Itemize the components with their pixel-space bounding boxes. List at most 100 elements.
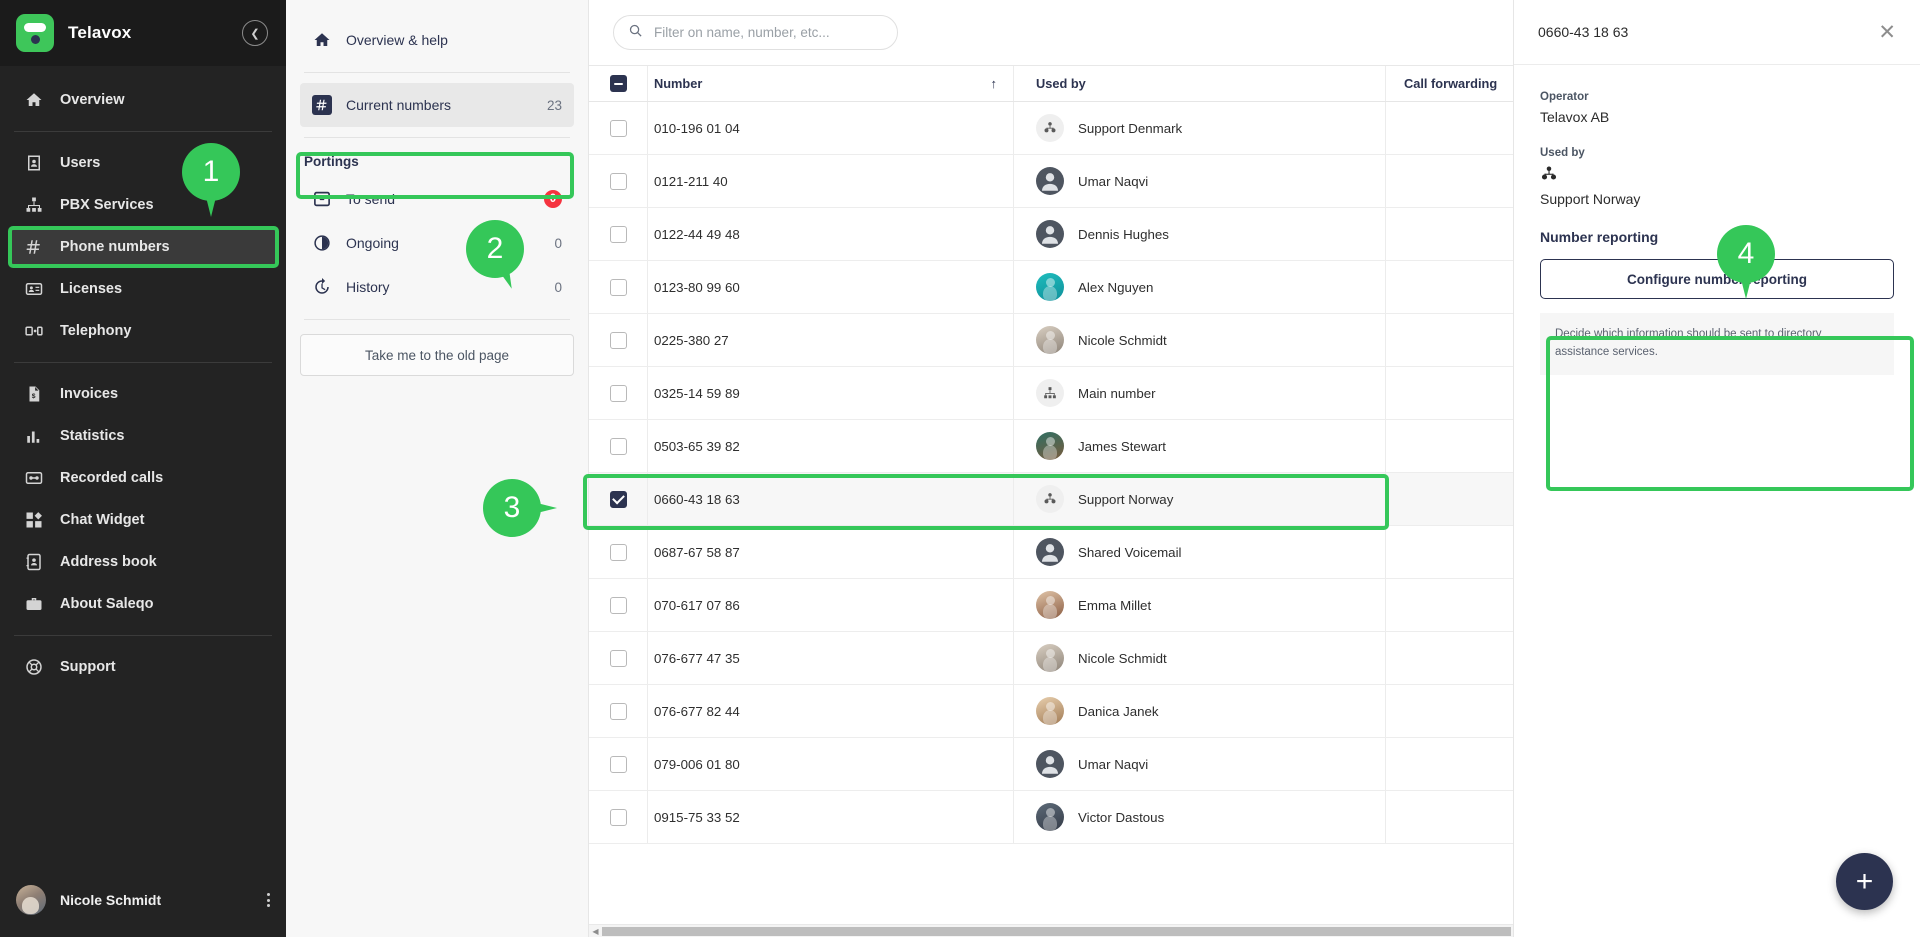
table-body: 010-196 01 04Support Denmark0121-211 40U… — [589, 102, 1513, 924]
number-value: 0915-75 33 52 — [654, 810, 740, 825]
sidebar-item-telephony[interactable]: Telephony — [10, 311, 276, 351]
take-me-to-old-page-button[interactable]: Take me to the old page — [300, 334, 574, 376]
address-book-icon — [24, 553, 43, 572]
history-icon — [312, 277, 332, 297]
row-checkbox[interactable] — [610, 279, 627, 296]
sidebar-item-users[interactable]: Users — [10, 143, 276, 183]
scrollbar-thumb[interactable] — [602, 927, 1511, 936]
sidebar-item-pbx-services[interactable]: PBX Services — [10, 185, 276, 225]
chevron-left-icon[interactable]: ❮ — [242, 20, 268, 46]
avatar — [1036, 803, 1064, 831]
subnav-divider — [304, 137, 570, 138]
table-row[interactable]: 010-196 01 04Support Denmark — [589, 102, 1513, 155]
used-by-value: Support Denmark — [1078, 121, 1182, 136]
sidebar-item-support[interactable]: Support — [10, 647, 276, 687]
sidebar-user-profile[interactable]: Nicole Schmidt — [0, 869, 286, 931]
sidebar-item-about-saleqo[interactable]: About Saleqo — [10, 584, 276, 624]
row-checkbox[interactable] — [610, 173, 627, 190]
table-row[interactable]: 0122-44 49 48 Dennis Hughes — [589, 208, 1513, 261]
configure-number-reporting-button[interactable]: Configure number reporting — [1540, 259, 1894, 299]
number-value: 070-617 07 86 — [654, 598, 740, 613]
sidebar-item-overview[interactable]: Overview — [10, 80, 276, 120]
cell-number: 0122-44 49 48 — [647, 208, 1013, 260]
avatar — [1036, 273, 1064, 301]
table-row[interactable]: 0123-80 99 60Alex Nguyen — [589, 261, 1513, 314]
row-checkbox[interactable] — [610, 650, 627, 667]
sidebar-item-label: PBX Services — [60, 197, 154, 213]
row-checkbox[interactable] — [610, 120, 627, 137]
row-checkbox[interactable] — [610, 385, 627, 402]
row-checkbox[interactable] — [610, 809, 627, 826]
lifebuoy-icon — [24, 658, 43, 677]
subnav-item-overview-help[interactable]: Overview & help — [300, 18, 574, 62]
row-checkbox-cell — [589, 420, 647, 472]
cell-call-forwarding — [1385, 261, 1513, 313]
table-row[interactable]: 0660-43 18 63Support Norway — [589, 473, 1513, 526]
sidebar-user-name: Nicole Schmidt — [60, 892, 253, 908]
sidebar-item-statistics[interactable]: Statistics — [10, 416, 276, 456]
subnav-item-ongoing[interactable]: Ongoing 0 — [300, 221, 574, 265]
horizontal-scrollbar[interactable]: ◀ — [589, 924, 1513, 937]
cell-number: 0123-80 99 60 — [647, 261, 1013, 313]
used-by-value: James Stewart — [1078, 439, 1166, 454]
add-number-fab[interactable]: + — [1836, 853, 1893, 910]
table-row[interactable]: 0121-211 40Umar Naqvi — [589, 155, 1513, 208]
subnav-item-current-numbers[interactable]: Current numbers 23 — [300, 83, 574, 127]
row-checkbox[interactable] — [610, 544, 627, 561]
cell-number: 079-006 01 80 — [647, 738, 1013, 790]
row-checkbox[interactable] — [610, 597, 627, 614]
default-person-avatar — [1036, 167, 1064, 195]
sidebar-item-phone-numbers[interactable]: Phone numbers — [10, 227, 276, 267]
table-row[interactable]: 0325-14 59 89Main number — [589, 367, 1513, 420]
sort-ascending-arrow[interactable]: ↑ — [991, 76, 1014, 91]
telavox-logo — [16, 14, 54, 52]
table-row[interactable]: 0915-75 33 52Victor Dastous — [589, 791, 1513, 844]
cell-used-by: Danica Janek — [1013, 685, 1385, 737]
row-checkbox[interactable] — [610, 438, 627, 455]
header-column-used-by[interactable]: Used by — [1013, 66, 1385, 101]
search-box[interactable] — [613, 15, 898, 50]
number-value: 0503-65 39 82 — [654, 439, 740, 454]
subnav-item-to-send[interactable]: To send 0 — [300, 177, 574, 221]
sidebar-item-invoices[interactable]: $ Invoices — [10, 374, 276, 414]
used-by-value: Nicole Schmidt — [1078, 651, 1167, 666]
cell-used-by: Nicole Schmidt — [1013, 632, 1385, 684]
row-checkbox[interactable] — [610, 226, 627, 243]
number-value: 0121-211 40 — [654, 174, 728, 189]
cell-call-forwarding — [1385, 526, 1513, 578]
number-reporting-title: Number reporting — [1540, 229, 1894, 245]
cell-used-by: Emma Millet — [1013, 579, 1385, 631]
row-checkbox[interactable] — [610, 491, 627, 508]
table-row[interactable]: 076-677 47 35Nicole Schmidt — [589, 632, 1513, 685]
used-by-value: Dennis Hughes — [1078, 227, 1169, 242]
number-reporting-card: Number reporting Configure number report… — [1540, 229, 1894, 375]
row-checkbox[interactable] — [610, 756, 627, 773]
kebab-menu-icon[interactable] — [267, 891, 270, 910]
table-row[interactable]: 079-006 01 80Umar Naqvi — [589, 738, 1513, 791]
select-all-checkbox[interactable] — [610, 75, 627, 92]
scroll-left-arrow[interactable]: ◀ — [589, 927, 602, 936]
number-value: 0660-43 18 63 — [654, 492, 740, 507]
sidebar-item-chat-widget[interactable]: Chat Widget — [10, 500, 276, 540]
row-checkbox-cell — [589, 314, 647, 366]
cell-number: 0503-65 39 82 — [647, 420, 1013, 472]
table-row[interactable]: 0687-67 58 87Shared Voicemail — [589, 526, 1513, 579]
row-checkbox[interactable] — [610, 332, 627, 349]
group-icon — [1540, 165, 1560, 185]
table-row[interactable]: 070-617 07 86 Emma Millet — [589, 579, 1513, 632]
close-icon[interactable]: ✕ — [1878, 22, 1896, 43]
sidebar-item-licenses[interactable]: Licenses — [10, 269, 276, 309]
header-column-number[interactable]: Number ↑ — [647, 66, 1013, 101]
subnav-item-history[interactable]: History 0 — [300, 265, 574, 309]
sidebar-item-address-book[interactable]: Address book — [10, 542, 276, 582]
cell-used-by: Alex Nguyen — [1013, 261, 1385, 313]
table-row[interactable]: 076-677 82 44Danica Janek — [589, 685, 1513, 738]
row-checkbox-cell — [589, 526, 647, 578]
search-input[interactable] — [654, 25, 883, 40]
sidebar-item-label: Phone numbers — [60, 239, 170, 255]
table-row[interactable]: 0503-65 39 82 James Stewart — [589, 420, 1513, 473]
table-row[interactable]: 0225-380 27Nicole Schmidt — [589, 314, 1513, 367]
sidebar-item-recorded-calls[interactable]: Recorded calls — [10, 458, 276, 498]
row-checkbox[interactable] — [610, 703, 627, 720]
subnav-label: Overview & help — [346, 32, 562, 48]
